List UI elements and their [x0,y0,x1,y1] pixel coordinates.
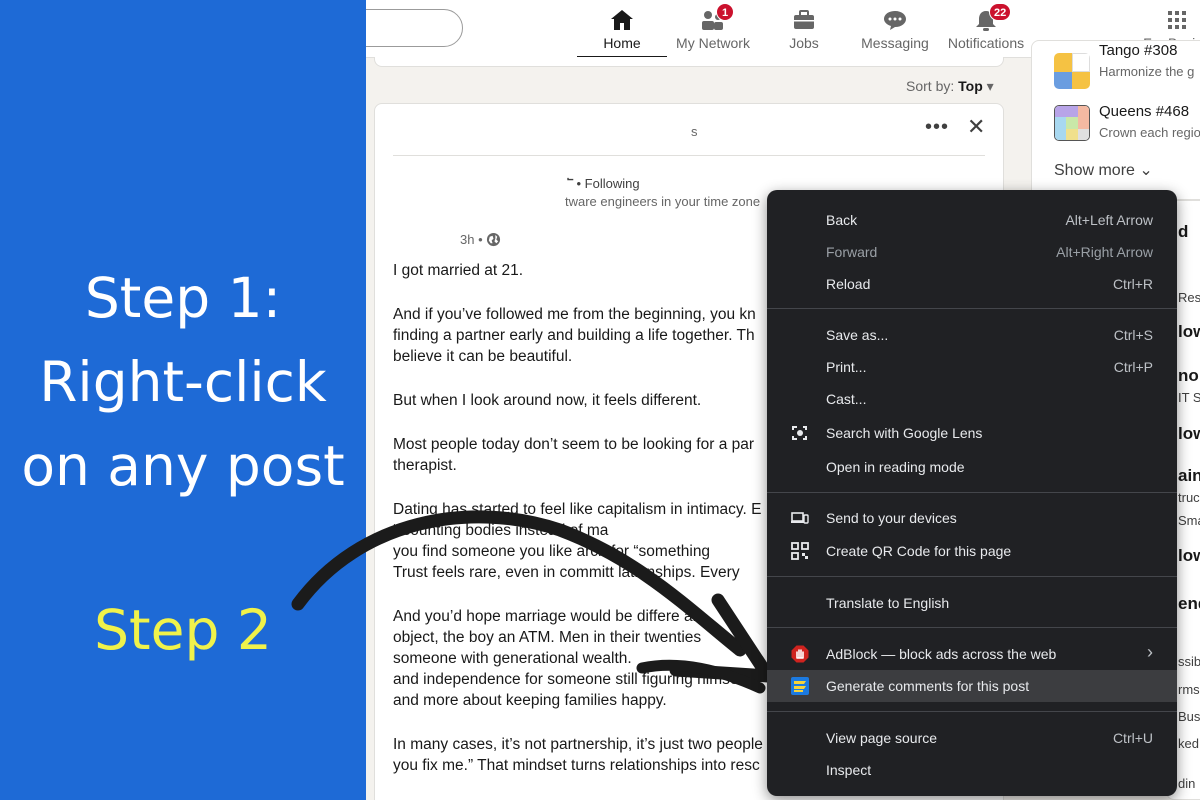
menu-shortcut: Alt+Right Arrow [1056,244,1153,260]
menu-label: Generate comments for this post [826,678,1030,694]
menu-separator [767,492,1177,493]
menu-separator [767,711,1177,712]
menu-shortcut: Ctrl+S [1113,327,1153,343]
menu-separator [767,627,1177,628]
chevron-right-icon: › [1147,642,1153,662]
menu-shortcut: Alt+Left Arrow [1065,212,1153,228]
menu-separator [767,576,1177,577]
menu-item-generate-comments[interactable]: Generate comments for this post [767,670,1177,702]
menu-label: Back [826,212,858,228]
menu-item-cast[interactable]: Cast... [767,383,1177,415]
menu-item-qr-code[interactable]: Create QR Code for this page [767,535,1177,567]
menu-separator [767,308,1177,309]
menu-item-send-to-devices[interactable]: Send to your devices [767,502,1177,534]
qr-code-icon [791,542,809,560]
menu-label: Open in reading mode [826,459,965,475]
lens-icon [791,424,809,442]
context-menu: Back Alt+Left Arrow Forward Alt+Right Ar… [767,190,1177,796]
extension-icon [791,677,809,695]
menu-label: Translate to English [826,595,950,611]
menu-item-print[interactable]: Print... Ctrl+P [767,351,1177,383]
menu-label: Save as... [826,327,889,343]
menu-label: Cast... [826,391,867,407]
menu-item-adblock[interactable]: AdBlock — block ads across the web › [767,638,1177,670]
menu-item-google-lens[interactable]: Search with Google Lens [767,417,1177,449]
menu-item-view-source[interactable]: View page source Ctrl+U [767,722,1177,754]
menu-shortcut: Ctrl+P [1113,359,1153,375]
menu-label: Inspect [826,762,872,778]
menu-label: Send to your devices [826,510,957,526]
menu-item-save-as[interactable]: Save as... Ctrl+S [767,319,1177,351]
menu-label: View page source [826,730,938,746]
menu-shortcut: Ctrl+U [1112,730,1153,746]
menu-item-back[interactable]: Back Alt+Left Arrow [767,204,1177,236]
menu-label: Search with Google Lens [826,425,983,441]
menu-item-inspect[interactable]: Inspect [767,754,1177,786]
menu-item-reading-mode[interactable]: Open in reading mode [767,451,1177,483]
menu-shortcut: Ctrl+R [1112,276,1153,292]
menu-label: Print... [826,359,867,375]
menu-item-translate[interactable]: Translate to English [767,587,1177,619]
menu-label: AdBlock — block ads across the web [826,646,1057,662]
menu-label: Forward [826,244,878,260]
curved-arrow [291,510,747,657]
menu-label: Create QR Code for this page [826,543,1012,559]
menu-item-reload[interactable]: Reload Ctrl+R [767,268,1177,300]
adblock-icon [791,645,809,663]
menu-item-forward[interactable]: Forward Alt+Right Arrow [767,236,1177,268]
devices-icon [791,509,809,527]
menu-label: Reload [826,276,871,292]
